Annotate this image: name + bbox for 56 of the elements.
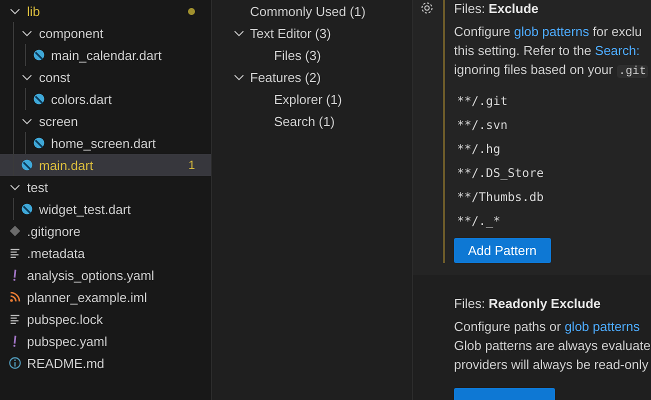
lines-icon <box>8 246 22 260</box>
rss-icon <box>8 290 22 304</box>
setting-description: for exclu <box>592 24 642 39</box>
modified-dot-icon <box>188 8 195 14</box>
file-tree-item[interactable]: test <box>0 176 211 198</box>
settings-link[interactable]: glob patterns <box>564 319 640 334</box>
settings-link[interactable]: Search: <box>594 43 640 58</box>
dart-file-icon <box>32 92 46 106</box>
setting-description: ignoring files based on your <box>454 62 614 77</box>
diamond-icon <box>8 224 22 238</box>
file-tree-item[interactable]: analysis_options.yaml <box>0 264 211 286</box>
settings-link[interactable]: glob patterns <box>514 24 590 39</box>
file-tree-item[interactable]: home_screen.dart <box>0 132 211 154</box>
setting-description: providers will always be read-only <box>454 357 648 372</box>
file-tree-item[interactable]: .metadata <box>0 242 211 264</box>
add-pattern-button[interactable]: Add Pattern <box>454 238 551 263</box>
pattern-item[interactable]: **/.DS_Store <box>454 161 651 185</box>
lines-icon <box>8 312 22 326</box>
setting-description: Configure paths or <box>454 319 562 334</box>
setting-description: this setting. Refer to the <box>454 43 592 58</box>
setting-title: Files: Readonly Exclude <box>454 295 602 313</box>
setting-description: Configure <box>454 24 512 39</box>
settings-toc-item[interactable]: Text Editor (3) <box>212 22 412 44</box>
pattern-item[interactable]: **/.git <box>454 89 651 113</box>
file-tree-item[interactable]: const <box>0 66 211 88</box>
pattern-item[interactable]: **/.svn <box>454 113 651 137</box>
file-tree-item[interactable]: main.dart 1 <box>0 154 211 176</box>
info-icon <box>8 356 22 370</box>
dart-file-icon <box>20 158 34 172</box>
file-tree-item[interactable]: lib <box>0 0 211 22</box>
file-tree-item[interactable]: planner_example.iml <box>0 286 211 308</box>
settings-toc-item[interactable]: Explorer (1) <box>212 88 412 110</box>
file-tree-item[interactable]: screen <box>0 110 211 132</box>
setting-description: Glob patterns are always evaluate <box>454 338 651 353</box>
settings-toc-item[interactable]: Search (1) <box>212 110 412 132</box>
setting-title: Files: Exclude <box>454 0 540 18</box>
file-tree-item[interactable]: colors.dart <box>0 88 211 110</box>
pattern-item[interactable]: **/Thumbs.db <box>454 185 651 209</box>
pattern-item[interactable]: **/.hg <box>454 137 651 161</box>
file-tree-item[interactable]: widget_test.dart <box>0 198 211 220</box>
dart-file-icon <box>20 202 34 216</box>
pattern-item[interactable]: **/._* <box>454 209 651 233</box>
inline-code: .git <box>616 65 648 78</box>
file-tree-item[interactable]: component <box>0 22 211 44</box>
settings-icon[interactable] <box>419 0 435 16</box>
problem-count: 1 <box>188 158 195 172</box>
file-tree-item[interactable]: pubspec.lock <box>0 308 211 330</box>
dart-file-icon <box>32 136 46 150</box>
settings-toc-item[interactable]: Commonly Used (1) <box>212 0 412 22</box>
file-tree-item[interactable]: pubspec.yaml <box>0 330 211 352</box>
settings-toc-item[interactable]: Features (2) <box>212 66 412 88</box>
file-tree-item[interactable]: README.md <box>0 352 211 374</box>
file-tree-item[interactable]: main_calendar.dart <box>0 44 211 66</box>
file-tree-item[interactable]: .gitignore <box>0 220 211 242</box>
settings-toc-item[interactable]: Files (3) <box>212 44 412 66</box>
dart-file-icon <box>32 48 46 62</box>
